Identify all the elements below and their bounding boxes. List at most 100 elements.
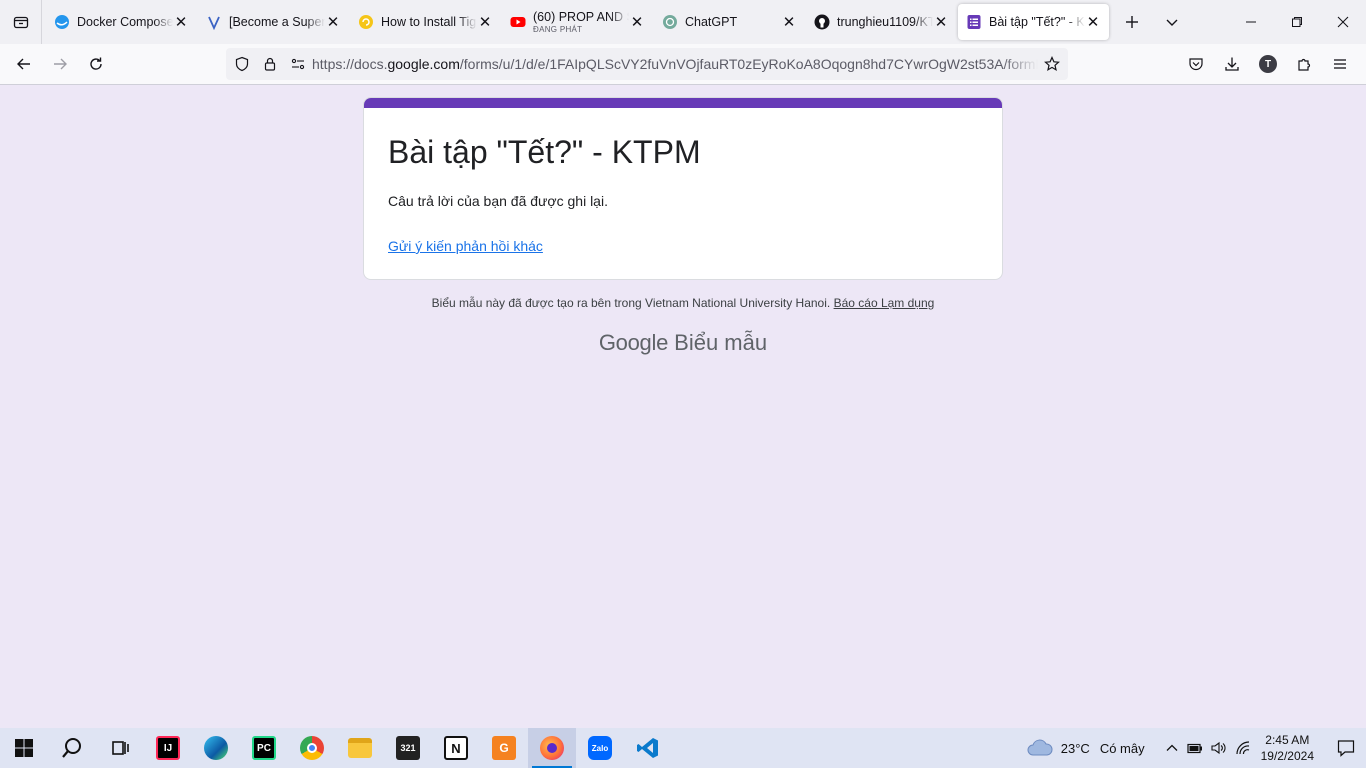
extensions-button[interactable] [1286, 48, 1322, 80]
clock-time: 2:45 AM [1265, 733, 1310, 747]
url-text[interactable]: https://docs.google.com/forms/u/1/d/e/1F… [312, 56, 1038, 72]
google-forms-logo[interactable]: Google Biểu mẫu [0, 330, 1366, 356]
puzzle-icon [1298, 58, 1311, 71]
tab-label: Docker Compose [77, 15, 173, 29]
list-all-tabs-button[interactable] [1154, 6, 1190, 38]
weather-temperature: 23°C [1060, 740, 1090, 756]
tab-overview-button[interactable] [0, 0, 42, 44]
close-tab-icon[interactable]: ✕ [173, 14, 189, 31]
form-confirmation-card: Bài tập "Tết?" - KTPM Câu trả lời của bạ… [363, 97, 1003, 280]
close-tab-icon[interactable]: ✕ [1085, 14, 1101, 31]
download-icon [1225, 57, 1239, 71]
forward-button[interactable] [42, 48, 78, 80]
reload-button[interactable] [78, 48, 114, 80]
tab-label: trunghieu1109/KT [837, 15, 933, 29]
report-abuse-link[interactable]: Báo cáo Lạm dụng [834, 296, 935, 310]
volume-icon[interactable] [1207, 741, 1231, 755]
chevron-down-icon [1166, 19, 1178, 26]
account-button[interactable]: T [1250, 48, 1286, 80]
url-path: /forms/u/1/d/e/1FAIpQLScVY2fuVnVOjfauRT0… [459, 56, 1038, 72]
vscode-icon [637, 738, 658, 758]
search-button[interactable] [48, 728, 96, 768]
forms-icon [966, 14, 982, 30]
tab-label: How to Install Tig [381, 15, 477, 29]
pdf-app-icon: G [492, 736, 516, 760]
arrow-left-icon [17, 58, 30, 70]
tab-label: Bài tập "Tết?" - KT [989, 15, 1085, 29]
address-bar[interactable]: https://docs.google.com/forms/u/1/d/e/1F… [226, 48, 1068, 80]
start-button[interactable] [0, 728, 48, 768]
taskbar-file-explorer[interactable] [336, 728, 384, 768]
tab-list: Docker Compose ✕ [Become a SuperU ✕ How … [42, 0, 1110, 44]
tab-label: ChatGPT [685, 15, 738, 29]
task-view-icon [112, 741, 129, 755]
intellij-icon: IJ [156, 736, 180, 760]
notifications-button[interactable] [1326, 739, 1366, 757]
close-window-button[interactable] [1320, 0, 1366, 44]
form-accent-bar [364, 98, 1002, 108]
tab-docker-compose[interactable]: Docker Compose ✕ [46, 4, 197, 40]
arrow-right-icon [54, 58, 67, 70]
clock[interactable]: 2:45 AM 19/2/2024 [1261, 732, 1314, 764]
show-hidden-icons-button[interactable] [1161, 742, 1183, 754]
close-tab-icon[interactable]: ✕ [629, 14, 645, 31]
taskbar-intellij[interactable]: IJ [144, 728, 192, 768]
taskbar-pycharm[interactable]: PC [240, 728, 288, 768]
chrome-icon [300, 736, 324, 760]
close-icon [1337, 16, 1349, 28]
tab-youtube[interactable]: (60) PROP AND SEĐANG PHÁT ✕ [502, 4, 653, 40]
tab-label: (60) PROP AND SE [533, 10, 629, 24]
taskbar-pdf-app[interactable]: G [480, 728, 528, 768]
taskbar-chrome[interactable] [288, 728, 336, 768]
spiral-icon [358, 14, 374, 30]
app-menu-button[interactable] [1322, 48, 1358, 80]
minimize-button[interactable] [1228, 0, 1274, 44]
task-view-button[interactable] [96, 728, 144, 768]
footer-disclaimer: Biểu mẫu này đã được tạo ra bên trong Vi… [431, 296, 831, 310]
form-footer-note: Biểu mẫu này đã được tạo ra bên trong Vi… [0, 296, 1366, 310]
toolbar-right: T [1178, 48, 1358, 80]
tab-google-form[interactable]: Bài tập "Tết?" - KT ✕ [958, 4, 1109, 40]
url-domain: google.com [387, 56, 460, 72]
bookmark-star-icon[interactable] [1038, 48, 1066, 80]
wifi-icon[interactable] [1231, 741, 1255, 755]
tab-install-tig[interactable]: How to Install Tig ✕ [350, 4, 501, 40]
battery-icon[interactable] [1183, 742, 1207, 754]
taskbar-media-player[interactable]: 321 [384, 728, 432, 768]
taskbar-edge[interactable] [192, 728, 240, 768]
shield-icon[interactable] [228, 48, 256, 80]
permissions-icon[interactable] [284, 48, 312, 80]
folder-icon [348, 738, 372, 758]
close-tab-icon[interactable]: ✕ [933, 14, 949, 31]
search-icon [62, 738, 81, 758]
downloads-button[interactable] [1214, 48, 1250, 80]
tab-list-icon [13, 16, 28, 29]
restore-icon [1292, 17, 1302, 27]
submit-another-response-link[interactable]: Gửi ý kiến phản hồi khác [388, 238, 543, 254]
zalo-icon: Zalo [588, 736, 612, 760]
weather-widget[interactable]: 23°C Có mây [1027, 739, 1145, 757]
new-tab-button[interactable] [1114, 6, 1150, 38]
taskbar-zalo[interactable]: Zalo [576, 728, 624, 768]
tab-superuser[interactable]: [Become a SuperU ✕ [198, 4, 349, 40]
taskbar-firefox[interactable] [528, 728, 576, 768]
back-button[interactable] [6, 48, 42, 80]
tab-github[interactable]: trunghieu1109/KT ✕ [806, 4, 957, 40]
firefox-icon [540, 736, 564, 760]
lock-icon[interactable] [256, 48, 284, 80]
form-title: Bài tập "Tết?" - KTPM [388, 134, 701, 170]
taskbar-vscode[interactable] [624, 728, 672, 768]
tab-playing-label: ĐANG PHÁT [533, 25, 583, 34]
forms-wordmark: Biểu mẫu [674, 330, 768, 355]
close-tab-icon[interactable]: ✕ [781, 14, 797, 31]
restore-button[interactable] [1274, 0, 1320, 44]
close-tab-icon[interactable]: ✕ [477, 14, 493, 31]
windows-taskbar: IJ PC 321 N G Zalo 23°C Có mây 2:45 AM 1… [0, 728, 1366, 768]
close-tab-icon[interactable]: ✕ [325, 14, 341, 31]
pocket-button[interactable] [1178, 48, 1214, 80]
taskbar-notion[interactable]: N [432, 728, 480, 768]
edge-icon [204, 736, 228, 760]
chevron-up-icon [1166, 744, 1178, 751]
pocket-icon [1189, 58, 1203, 71]
tab-chatgpt[interactable]: ChatGPT ✕ [654, 4, 805, 40]
